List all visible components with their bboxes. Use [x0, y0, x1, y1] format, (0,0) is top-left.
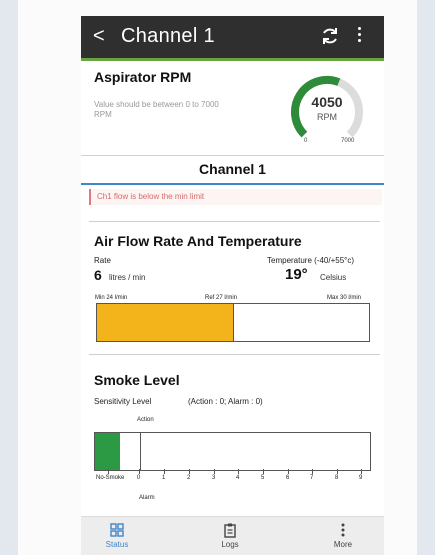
smoke-scale-tick — [263, 469, 264, 474]
divider — [89, 354, 380, 355]
rate-label: Rate — [94, 256, 111, 265]
channel-title: Channel 1 — [199, 161, 266, 177]
rpm-title: Aspirator RPM — [94, 69, 192, 85]
smoke-scale-label: 3 — [212, 475, 216, 481]
smoke-bar — [94, 432, 371, 471]
more-vert-icon[interactable] — [356, 27, 362, 45]
smoke-scale-tick — [288, 469, 289, 474]
grid-icon — [110, 523, 124, 537]
nav-status[interactable]: Status — [87, 522, 147, 549]
smoke-scale-tick — [214, 469, 215, 474]
temperature-label: Temperature (-40/+55°c) — [267, 256, 355, 265]
nav-more-label: More — [333, 540, 353, 549]
sensitivity-label: Sensitivity Level — [94, 397, 152, 406]
rate-unit: litres / min — [109, 273, 146, 282]
divider — [89, 221, 380, 222]
divider — [81, 155, 384, 156]
smoke-scale-label: 7 — [310, 475, 314, 481]
smoke-scale-label: 5 — [261, 475, 265, 481]
bottom-nav: Status Logs More — [81, 516, 384, 555]
smoke-scale-tick — [164, 469, 165, 474]
flow-scale-max: Max 30 l/min — [327, 295, 362, 301]
smoke-scale-label: 2 — [187, 475, 191, 481]
smoke-scale-label: 0 — [137, 475, 141, 481]
smoke-threshold-line — [140, 433, 141, 470]
smoke-scale-label: 1 — [162, 475, 166, 481]
refresh-icon[interactable] — [319, 25, 341, 47]
rpm-unit: RPM — [317, 112, 337, 122]
smoke-title: Smoke Level — [94, 372, 180, 388]
flow-alert: Ch1 flow is below the min limit — [89, 189, 382, 205]
nav-status-label: Status — [105, 540, 129, 549]
nav-logs-label: Logs — [221, 540, 239, 549]
temperature-unit: Celsius — [320, 273, 347, 282]
sensitivity-value: (Action : 0; Alarm : 0) — [188, 397, 263, 406]
rpm-min: 0 — [304, 138, 308, 144]
smoke-scale-tick — [312, 469, 313, 474]
page-title: Channel 1 — [121, 25, 215, 47]
app-bar: < Channel 1 — [81, 16, 384, 58]
smoke-scale-label: 8 — [335, 475, 339, 481]
header-accent-line — [81, 58, 384, 61]
smoke-scale-label: 9 — [359, 475, 363, 481]
smoke-scale-labels: No-Smoke 0 1 2 3 4 5 6 7 8 9 — [94, 475, 371, 485]
channel-underline — [81, 183, 384, 185]
phone-frame: < Channel 1 Aspirator RPM Value should b… — [18, 0, 417, 555]
airflow-title: Air Flow Rate And Temperature — [94, 233, 302, 249]
action-label: Action — [137, 417, 154, 423]
smoke-scale-label: 6 — [286, 475, 290, 481]
smoke-scale-tick — [238, 469, 239, 474]
app-screen: < Channel 1 Aspirator RPM Value should b… — [81, 16, 384, 555]
flow-alert-text: Ch1 flow is below the min limit — [97, 192, 205, 201]
smoke-scale-tick — [361, 469, 362, 474]
rpm-value: 4050 — [311, 94, 343, 110]
smoke-scale-tick — [108, 469, 109, 474]
smoke-scale-tick — [337, 469, 338, 474]
rate-value: 6 — [94, 267, 102, 283]
more-vert-icon — [341, 523, 345, 537]
flow-bar — [96, 303, 370, 342]
smoke-scale-label: No-Smoke — [96, 475, 125, 481]
rpm-gauge-arc — [291, 75, 363, 138]
flow-scale-min: Min 24 l/min — [95, 295, 128, 301]
rpm-hint: Value should be between 0 to 7000 RPM — [94, 100, 219, 119]
smoke-scale-label: 4 — [236, 475, 240, 481]
smoke-bar-fill — [95, 433, 120, 470]
smoke-scale-tick — [189, 469, 190, 474]
rpm-max: 7000 — [341, 138, 355, 144]
nav-logs[interactable]: Logs — [200, 522, 260, 549]
temperature-value: 19° — [285, 266, 308, 283]
nav-more[interactable]: More — [313, 522, 373, 549]
alarm-label: Alarm — [139, 495, 155, 501]
rpm-gauge: 4050 RPM 0 7000 — [280, 68, 374, 152]
flow-scale-ref: Ref 27 l/min — [205, 295, 238, 301]
clipboard-icon — [224, 523, 236, 538]
flow-bar-fill — [97, 304, 234, 341]
back-button[interactable]: < — [93, 24, 105, 48]
smoke-scale-tick — [139, 469, 140, 474]
